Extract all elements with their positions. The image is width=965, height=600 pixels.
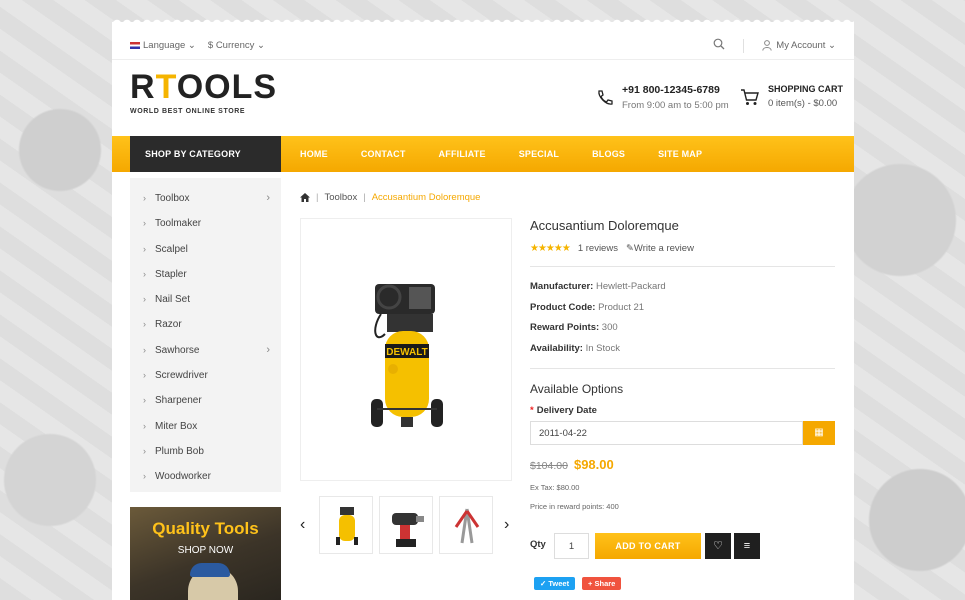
add-to-cart-button[interactable]: ADD TO CART xyxy=(595,533,701,559)
sidebar-item-sawhorse[interactable]: Sawhorse› xyxy=(130,338,281,364)
compare-button[interactable]: ≡ xyxy=(734,533,760,559)
old-price: $104.00 xyxy=(530,460,568,472)
hard-hat xyxy=(190,563,230,577)
manufacturer-link[interactable]: Hewlett-Packard xyxy=(596,281,666,292)
qty-label: Qty xyxy=(530,539,546,550)
category-sidebar: Toolbox› Toolmaker Scalpel Stapler Nail … xyxy=(130,178,281,492)
main-nav: SHOP BY CATEGORY HOME CONTACT AFFILIATE … xyxy=(112,136,854,172)
banner-cta: SHOP NOW xyxy=(177,545,234,556)
store-page: Language ⌄ $ Currency ⌄ My Account ⌄ RTO… xyxy=(112,22,854,600)
shop-by-category-button[interactable]: SHOP BY CATEGORY xyxy=(130,136,281,172)
delivery-date-input[interactable] xyxy=(530,421,803,445)
banner-title: Quality Tools xyxy=(152,519,259,538)
cart-icon xyxy=(741,88,759,105)
thumbnail-carousel: ‹ › xyxy=(300,496,512,556)
user-icon xyxy=(762,40,772,51)
product-rating: ★★★★★ 1 reviews ✎Write a review xyxy=(530,243,694,254)
contact-info: +91 800-12345-6789 From 9:00 am to 5:00 … xyxy=(596,84,729,111)
quantity-input[interactable] xyxy=(554,533,589,559)
thumbnail-compressor[interactable] xyxy=(319,496,373,554)
air-compressor-image: DEWALT xyxy=(371,284,443,427)
sidebar-item-woodworker[interactable]: Woodworker xyxy=(130,464,281,490)
new-price: $98.00 xyxy=(573,457,614,472)
share-icon: + xyxy=(588,579,593,588)
manufacturer-row: Manufacturer: Hewlett-Packard xyxy=(530,281,666,292)
my-account-dropdown[interactable]: My Account ⌄ xyxy=(762,40,836,51)
compare-icon: ≡ xyxy=(743,540,751,552)
write-review-link[interactable]: ✎Write a review xyxy=(626,243,694,254)
thumbnail-drill[interactable] xyxy=(379,496,433,554)
sidebar-item-razor[interactable]: Razor xyxy=(130,312,281,338)
top-bar: Language ⌄ $ Currency ⌄ My Account ⌄ xyxy=(112,22,854,60)
chevron-right-icon: › xyxy=(266,343,270,356)
availability-row: Availability: In Stock xyxy=(530,343,620,354)
opening-hours: From 9:00 am to 5:00 pm xyxy=(622,100,729,111)
chevron-down-icon: ⌄ xyxy=(828,40,836,51)
dewalt-label: DEWALT xyxy=(386,347,427,358)
divider xyxy=(743,38,745,53)
carousel-prev-arrow[interactable]: ‹ xyxy=(300,516,305,534)
nav-contact[interactable]: CONTACT xyxy=(361,149,406,159)
available-options-title: Available Options xyxy=(530,382,624,396)
flag-icon xyxy=(130,41,140,49)
sidebar-item-stapler[interactable]: Stapler xyxy=(130,262,281,288)
phone-number: +91 800-12345-6789 xyxy=(622,84,720,96)
product-title: Accusantium Doloremque xyxy=(530,218,679,233)
chevron-down-icon: ⌄ xyxy=(187,40,196,51)
divider xyxy=(530,266,835,267)
calendar-button[interactable]: ▦ xyxy=(803,421,835,445)
heart-icon: ♡ xyxy=(713,540,723,552)
nav-home[interactable]: HOME xyxy=(300,149,328,159)
currency-dropdown[interactable]: $ Currency ⌄ xyxy=(208,40,265,51)
tweet-button[interactable]: ✓ Tweet xyxy=(534,577,576,590)
chevron-down-icon: ⌄ xyxy=(257,40,265,51)
shopping-cart[interactable]: SHOPPING CART 0 item(s) - $0.00 xyxy=(740,84,843,109)
search-icon[interactable] xyxy=(713,38,725,53)
nav-site-map[interactable]: SITE MAP xyxy=(658,149,702,159)
nav-affiliate[interactable]: AFFILIATE xyxy=(439,149,486,159)
sidebar-item-scalpel[interactable]: Scalpel xyxy=(130,237,281,263)
price-block: $104.00 $98.00 xyxy=(530,457,614,472)
divider xyxy=(530,368,835,369)
wishlist-button[interactable]: ♡ xyxy=(705,533,731,559)
sidebar-item-miter-box[interactable]: Miter Box xyxy=(130,414,281,440)
sidebar-item-plumb-bob[interactable]: Plumb Bob xyxy=(130,439,281,465)
ex-tax: Ex Tax: $80.00 xyxy=(530,483,580,492)
sidebar-item-nail-set[interactable]: Nail Set xyxy=(130,287,281,313)
reward-points-row: Reward Points: 300 xyxy=(530,322,618,333)
pencil-icon: ✎ xyxy=(625,243,634,254)
sidebar-item-sharpener[interactable]: Sharpener xyxy=(130,388,281,414)
sidebar-item-screwdriver[interactable]: Screwdriver xyxy=(130,363,281,389)
share-button[interactable]: + Share xyxy=(582,577,622,590)
phone-icon xyxy=(598,89,613,105)
twitter-icon: ✓ xyxy=(540,579,547,588)
carousel-next-arrow[interactable]: › xyxy=(504,516,509,534)
thumbnail-multitool[interactable] xyxy=(439,496,493,554)
breadcrumb-current[interactable]: Accusantium Doloremque xyxy=(372,192,481,203)
home-icon[interactable] xyxy=(300,193,310,202)
sidebar-item-toolmaker[interactable]: Toolmaker xyxy=(130,211,281,237)
delivery-date-label: * Delivery Date xyxy=(530,405,597,416)
reviews-link[interactable]: 1 reviews xyxy=(578,243,618,254)
quality-tools-banner[interactable]: Quality Tools SHOP NOW xyxy=(130,507,281,600)
rating-stars: ★★★★★ xyxy=(530,243,571,254)
breadcrumb-category[interactable]: Toolbox xyxy=(324,192,357,203)
chevron-right-icon: › xyxy=(266,192,270,204)
calendar-icon: ▦ xyxy=(814,427,824,438)
language-dropdown[interactable]: Language ⌄ xyxy=(130,40,196,51)
product-main-image[interactable]: DEWALT xyxy=(300,218,512,481)
reward-price: Price in reward points: 400 xyxy=(530,502,619,511)
nav-special[interactable]: SPECIAL xyxy=(519,149,559,159)
store-logo[interactable]: RTOOLS WORLD BEST ONLINE STORE xyxy=(130,70,277,115)
nav-blogs[interactable]: BLOGS xyxy=(592,149,625,159)
product-code-row: Product Code: Product 21 xyxy=(530,302,645,313)
sidebar-item-toolbox[interactable]: Toolbox› xyxy=(130,186,281,212)
cart-summary: 0 item(s) - $0.00 xyxy=(768,98,838,109)
breadcrumb: | Toolbox | Accusantium Doloremque xyxy=(300,192,480,203)
